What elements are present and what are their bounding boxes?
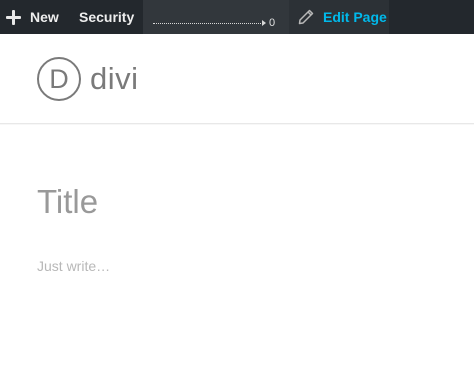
site-logo[interactable]: D divi <box>37 57 139 101</box>
edit-page-link[interactable]: Edit Page <box>298 0 387 34</box>
security-menu[interactable]: Security <box>79 0 134 34</box>
new-content-menu[interactable]: New <box>6 0 59 34</box>
arrow-right-icon <box>262 20 266 26</box>
body-editor[interactable]: Just write… <box>37 259 110 273</box>
divi-logo-mark: D <box>37 57 81 101</box>
site-header: D divi <box>0 34 474 124</box>
logo-mark-letter: D <box>49 63 69 94</box>
security-label: Security <box>79 9 135 25</box>
new-label: New <box>30 9 59 25</box>
performance-meter[interactable]: 0 <box>153 17 275 29</box>
title-input[interactable]: Title <box>37 185 98 218</box>
pencil-icon <box>298 9 314 25</box>
meter-count: 0 <box>269 17 276 29</box>
meter-line <box>153 22 261 24</box>
edit-page-label: Edit Page <box>323 9 387 25</box>
logo-word: divi <box>90 60 139 96</box>
plus-icon <box>6 9 21 25</box>
admin-bar: New Security 0 Edit Page <box>0 0 474 34</box>
